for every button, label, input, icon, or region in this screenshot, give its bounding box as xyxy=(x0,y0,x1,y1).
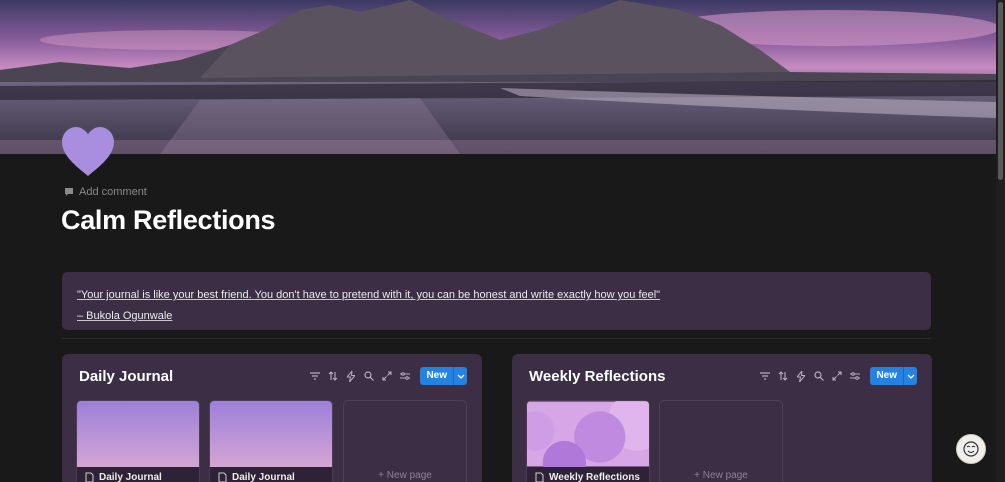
new-page-card[interactable]: + New page xyxy=(343,400,467,482)
page-title[interactable]: Calm Reflections xyxy=(61,205,276,236)
gallery-card[interactable]: Weekly Reflections xyxy=(526,400,650,482)
help-assistant-button[interactable] xyxy=(956,434,986,464)
add-comment-label: Add comment xyxy=(79,186,147,198)
expand-icon[interactable] xyxy=(379,367,394,385)
scrollbar-thumb[interactable] xyxy=(998,2,1003,180)
comment-icon xyxy=(65,188,73,196)
database-title[interactable]: Daily Journal xyxy=(79,368,173,385)
filter-icon[interactable] xyxy=(307,367,322,385)
card-cover xyxy=(77,401,199,467)
quote-author: – Bukola Ogunwale xyxy=(77,310,173,322)
assistant-face-icon xyxy=(963,441,979,457)
page-icon xyxy=(535,472,544,482)
settings-sliders-icon[interactable] xyxy=(397,367,412,385)
new-page-label: New page xyxy=(702,470,748,481)
settings-sliders-icon[interactable] xyxy=(847,367,862,385)
new-button-label: New xyxy=(420,367,453,385)
daily-journal-database: Daily Journal New Daily Journal Daily Jo… xyxy=(62,354,482,482)
automation-lightning-icon[interactable] xyxy=(793,367,808,385)
notion-page: Add comment Calm Reflections "Your journ… xyxy=(0,0,1005,482)
automation-lightning-icon[interactable] xyxy=(343,367,358,385)
gallery-card[interactable]: Daily Journal xyxy=(76,400,200,482)
card-title: Daily Journal xyxy=(99,472,162,482)
gallery-card[interactable]: Daily Journal xyxy=(209,400,333,482)
divider xyxy=(62,338,931,339)
new-page-label: New page xyxy=(386,470,432,481)
chevron-down-icon[interactable] xyxy=(453,367,467,385)
cover-image[interactable] xyxy=(0,0,996,154)
cover-illustration xyxy=(0,0,996,154)
new-page-card[interactable]: + New page xyxy=(659,400,783,482)
search-icon[interactable] xyxy=(811,367,826,385)
purple-heart-icon[interactable] xyxy=(60,126,116,178)
page-scrollbar[interactable] xyxy=(996,0,1005,482)
card-cover xyxy=(527,401,649,482)
card-title: Weekly Reflections xyxy=(549,472,640,482)
quote-text: "Your journal is like your best friend. … xyxy=(77,289,661,301)
search-icon[interactable] xyxy=(361,367,376,385)
weekly-reflections-database: Weekly Reflections New Weekly Reflection… xyxy=(512,354,932,482)
sort-icon[interactable] xyxy=(775,367,790,385)
new-entry-button[interactable]: New xyxy=(870,367,917,385)
add-comment-button[interactable]: Add comment xyxy=(64,186,147,198)
database-title[interactable]: Weekly Reflections xyxy=(529,368,665,385)
sort-icon[interactable] xyxy=(325,367,340,385)
card-cover xyxy=(210,401,332,467)
filter-icon[interactable] xyxy=(757,367,772,385)
page-icon xyxy=(218,472,227,482)
new-button-label: New xyxy=(870,367,903,385)
page-icon xyxy=(85,472,94,482)
new-entry-button[interactable]: New xyxy=(420,367,467,385)
card-title: Daily Journal xyxy=(232,472,295,482)
database-toolbar: New xyxy=(307,367,467,385)
expand-icon[interactable] xyxy=(829,367,844,385)
chevron-down-icon[interactable] xyxy=(903,367,917,385)
quote-callout[interactable]: "Your journal is like your best friend. … xyxy=(62,272,931,330)
database-toolbar: New xyxy=(757,367,917,385)
